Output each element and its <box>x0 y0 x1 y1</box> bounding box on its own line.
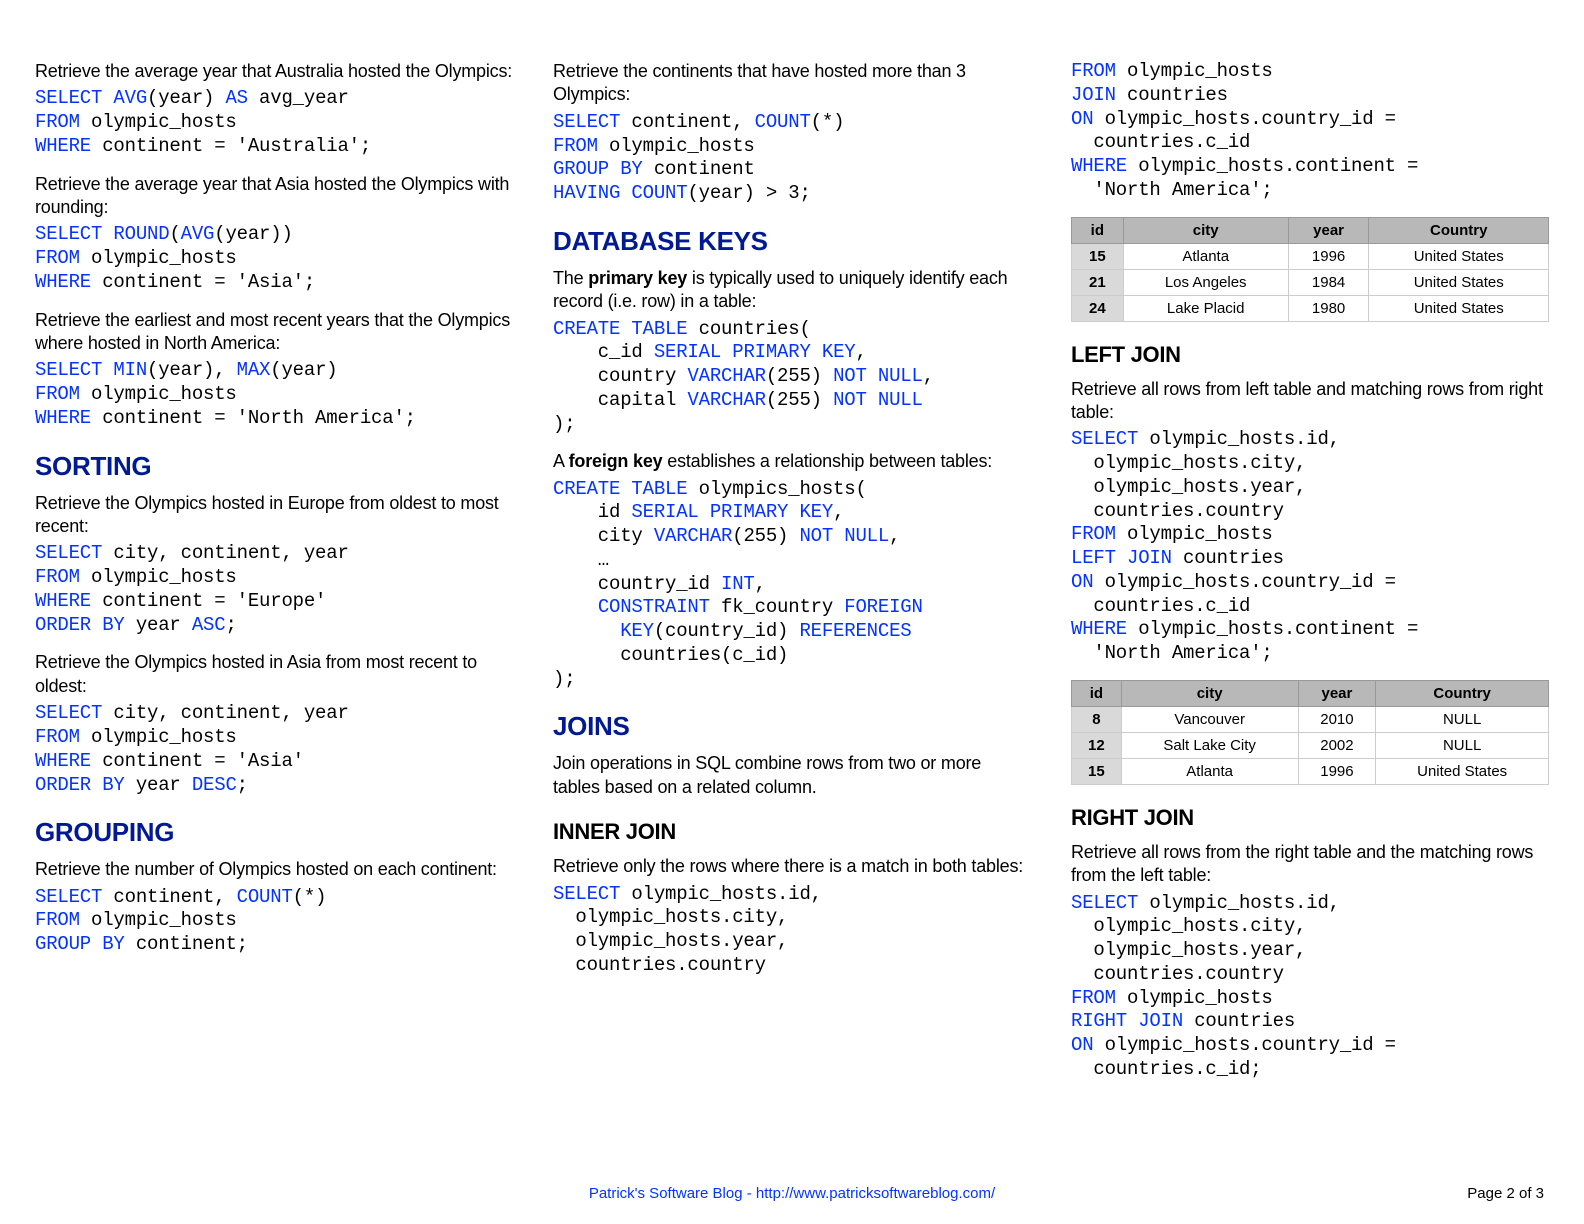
avg-year-australia-desc: Retrieve the average year that Australia… <box>35 60 513 83</box>
column-2: Retrieve the continents that have hosted… <box>553 60 1031 1096</box>
table-row: 12Salt Lake City2002NULL <box>1072 732 1549 758</box>
table-row: 8Vancouver2010NULL <box>1072 706 1549 732</box>
min-max-na-desc: Retrieve the earliest and most recent ye… <box>35 309 513 356</box>
foreign-key-desc: A foreign key establishes a relationship… <box>553 450 1031 473</box>
joins-desc: Join operations in SQL combine rows from… <box>553 752 1031 799</box>
table-header: city <box>1121 680 1298 706</box>
table-row: 15Atlanta1996United States <box>1072 758 1549 784</box>
joins-heading: JOINS <box>553 711 1031 742</box>
inner-join-code: SELECT olympic_hosts.id, olympic_hosts.c… <box>553 883 1031 978</box>
table-row: 21Los Angeles1984United States <box>1072 269 1549 295</box>
right-join-desc: Retrieve all rows from the right table a… <box>1071 841 1549 888</box>
group-continent-desc: Retrieve the number of Olympics hosted o… <box>35 858 513 881</box>
inner-join-heading: INNER JOIN <box>553 819 1031 845</box>
min-max-na-code: SELECT MIN(year), MAX(year) FROM olympic… <box>35 359 513 430</box>
right-join-heading: RIGHT JOIN <box>1071 805 1549 831</box>
table-row: 15Atlanta1996United States <box>1072 243 1549 269</box>
inner-join-result-table: id city year Country 15Atlanta1996United… <box>1071 217 1549 322</box>
avg-year-australia-code: SELECT AVG(year) AS avg_year FROM olympi… <box>35 87 513 158</box>
table-header: year <box>1298 680 1376 706</box>
sort-europe-desc: Retrieve the Olympics hosted in Europe f… <box>35 492 513 539</box>
table-header: id <box>1072 217 1124 243</box>
column-1: Retrieve the average year that Australia… <box>35 60 513 1096</box>
having-code: SELECT continent, COUNT(*) FROM olympic_… <box>553 111 1031 206</box>
table-row: 24Lake Placid1980United States <box>1072 295 1549 321</box>
table-header: Country <box>1369 217 1549 243</box>
inner-join-desc: Retrieve only the rows where there is a … <box>553 855 1031 878</box>
table-header: city <box>1123 217 1288 243</box>
left-join-result-table: id city year Country 8Vancouver2010NULL … <box>1071 680 1549 785</box>
group-continent-code: SELECT continent, COUNT(*) FROM olympic_… <box>35 886 513 957</box>
page-columns: Retrieve the average year that Australia… <box>35 60 1549 1096</box>
avg-year-asia-desc: Retrieve the average year that Asia host… <box>35 173 513 220</box>
right-join-code: SELECT olympic_hosts.id, olympic_hosts.c… <box>1071 892 1549 1082</box>
page-number: Page 2 of 3 <box>1467 1185 1544 1202</box>
sort-asia-code: SELECT city, continent, year FROM olympi… <box>35 702 513 797</box>
foreign-key-code: CREATE TABLE olympics_hosts( id SERIAL P… <box>553 478 1031 692</box>
table-header: Country <box>1376 680 1549 706</box>
sort-europe-code: SELECT city, continent, year FROM olympi… <box>35 542 513 637</box>
avg-year-asia-code: SELECT ROUND(AVG(year)) FROM olympic_hos… <box>35 223 513 294</box>
database-keys-heading: DATABASE KEYS <box>553 226 1031 257</box>
having-desc: Retrieve the continents that have hosted… <box>553 60 1031 107</box>
table-header: id <box>1072 680 1122 706</box>
left-join-desc: Retrieve all rows from left table and ma… <box>1071 378 1549 425</box>
column-3: FROM olympic_hosts JOIN countries ON oly… <box>1071 60 1549 1096</box>
left-join-code: SELECT olympic_hosts.id, olympic_hosts.c… <box>1071 428 1549 666</box>
table-header: year <box>1288 217 1369 243</box>
grouping-heading: GROUPING <box>35 817 513 848</box>
sorting-heading: SORTING <box>35 451 513 482</box>
footer-link[interactable]: Patrick's Software Blog - http://www.pat… <box>0 1185 1584 1202</box>
primary-key-desc: The primary key is typically used to uni… <box>553 267 1031 314</box>
inner-join-code-cont: FROM olympic_hosts JOIN countries ON oly… <box>1071 60 1549 203</box>
left-join-heading: LEFT JOIN <box>1071 342 1549 368</box>
sort-asia-desc: Retrieve the Olympics hosted in Asia fro… <box>35 651 513 698</box>
primary-key-code: CREATE TABLE countries( c_id SERIAL PRIM… <box>553 318 1031 437</box>
